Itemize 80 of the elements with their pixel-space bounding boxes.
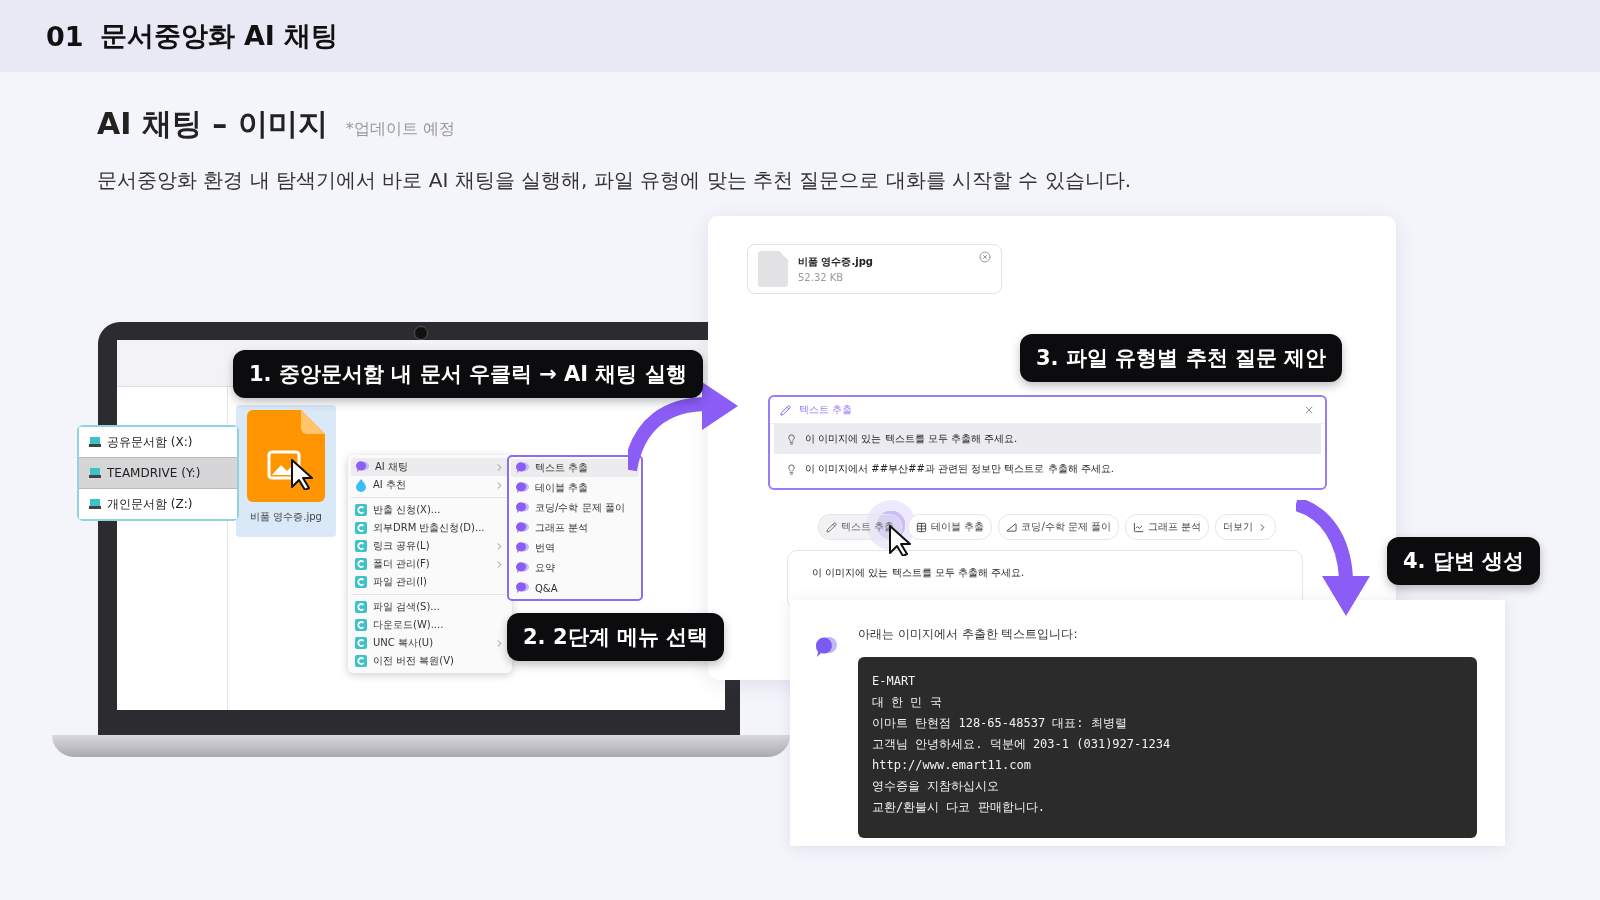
- chat-bubble-icon: [515, 502, 529, 514]
- app-logo-icon: [355, 637, 367, 649]
- chat-bubble-icon: [515, 462, 529, 474]
- app-logo-icon: [355, 558, 367, 570]
- answer-intro: 아래는 이미지에서 추출한 텍스트입니다:: [858, 626, 1079, 643]
- code-line: http://www.emart11.com: [872, 757, 1032, 774]
- code-line: 이마트 탄현점 128-65-48537 대표: 최병렬: [872, 715, 1128, 732]
- code-line: E-MART: [872, 673, 917, 690]
- question-chip[interactable]: 테이블 추출: [908, 514, 993, 540]
- chat-bubble-icon: [515, 522, 529, 534]
- chat-bubble-icon: [814, 636, 838, 658]
- triangle-ruler-icon: [1006, 521, 1018, 533]
- code-line: 영수증을 지참하십시오: [872, 778, 1001, 795]
- chat-bubble-icon: [515, 562, 529, 574]
- step-callout: 2. 2단계 메뉴 선택: [507, 613, 725, 661]
- attachment-name: 비품 영수증.jpg: [798, 255, 875, 269]
- menu-item[interactable]: AI 채팅: [351, 458, 509, 476]
- page-title: 문서중앙화 AI 채팅: [99, 19, 339, 53]
- image-file-icon: [247, 410, 325, 502]
- app-logo-icon: [355, 601, 367, 613]
- menu-item[interactable]: 폴더 관리(F): [351, 555, 509, 573]
- app-logo-icon: [355, 504, 367, 516]
- file-icon: [758, 251, 788, 287]
- app-logo-icon: [355, 522, 367, 534]
- menu-item[interactable]: 링크 공유(L): [351, 537, 509, 555]
- menu-item[interactable]: 파일 검색(S)...: [351, 598, 509, 616]
- step-callout: 3. 파일 유형별 추천 질문 제안: [1020, 334, 1343, 382]
- submenu-item[interactable]: Q&A: [511, 579, 639, 597]
- menu-item[interactable]: 다운로드(W)....: [351, 616, 509, 634]
- file-name: 비품 영수증.jpg: [250, 510, 322, 524]
- section-number: 01: [46, 20, 84, 52]
- chat-bubble-icon: [355, 461, 369, 473]
- menu-item[interactable]: 외부DRM 반출신청(D)...: [351, 519, 509, 537]
- app-logo-icon: [355, 540, 367, 552]
- pencil-icon: [826, 521, 837, 533]
- attachment-size: 52.32 KB: [798, 272, 845, 283]
- lightbulb-icon: [786, 433, 797, 445]
- section-title: AI 채팅 – 이미지: [97, 105, 328, 143]
- pencil-icon: [780, 404, 791, 416]
- update-note: *업데이트 예정: [345, 119, 455, 140]
- question-chip[interactable]: 코딩/수학 문제 풀이: [998, 514, 1120, 540]
- mouse-pointer-icon: [290, 458, 316, 490]
- chat-bubble-icon: [515, 542, 529, 554]
- droplet-icon: [355, 478, 367, 492]
- close-icon[interactable]: [979, 251, 991, 263]
- file-tile[interactable]: 비품 영수증.jpg: [236, 405, 336, 537]
- question-chip[interactable]: 그래프 분석: [1125, 514, 1210, 540]
- app-logo-icon: [355, 655, 367, 667]
- section-description: 문서중앙화 환경 내 탐색기에서 바로 AI 채팅을 실행해, 파일 유형에 맞는 추천 질문으로 대화를 시작할 수 있습니다.: [97, 167, 1132, 194]
- step-callout: 1. 중앙문서함 내 문서 우클릭 → AI 채팅 실행: [233, 350, 703, 398]
- menu-item[interactable]: 파일 관리(I): [351, 573, 509, 591]
- drive-item[interactable]: TEAMDRIVE (Y:): [79, 457, 237, 489]
- code-line: 교환/환불시 다코 판매합니다.: [872, 799, 1046, 816]
- question-chip[interactable]: 더보기: [1215, 514, 1277, 540]
- suggestion-title: 텍스트 추출: [799, 403, 854, 417]
- submenu-item[interactable]: 텍스트 추출: [511, 459, 639, 477]
- chat-bubble-icon: [515, 582, 529, 594]
- drive-icon: [89, 499, 101, 509]
- submenu-item[interactable]: 테이블 추출: [511, 479, 639, 497]
- close-icon[interactable]: [1303, 404, 1315, 416]
- submenu-item[interactable]: 그래프 분석: [511, 519, 639, 537]
- app-logo-icon: [355, 576, 367, 588]
- app-logo-icon: [355, 619, 367, 631]
- table-icon: [916, 521, 928, 533]
- submenu-item[interactable]: 요약: [511, 559, 639, 577]
- menu-item[interactable]: UNC 복사(U): [351, 634, 509, 652]
- drive-icon: [89, 437, 101, 447]
- code-line: 대 한 민 국: [872, 694, 943, 711]
- step-callout: 4. 답변 생성: [1387, 537, 1541, 585]
- submenu-item[interactable]: 번역: [511, 539, 639, 557]
- suggested-question[interactable]: 이 이미지에 있는 텍스트를 모두 추출해 주세요.: [774, 424, 1321, 454]
- submenu-item[interactable]: 코딩/수학 문제 풀이: [511, 499, 639, 517]
- chart-icon: [1133, 521, 1145, 533]
- code-line: 고객님 안녕하세요. 덕분에 203-1 (031)927-1234: [872, 736, 1172, 753]
- menu-item[interactable]: AI 추천: [351, 476, 509, 494]
- lightbulb-icon: [786, 463, 797, 475]
- menu-item[interactable]: 반출 신청(X)...: [351, 501, 509, 519]
- menu-item[interactable]: 이전 버전 복원(V): [351, 652, 509, 670]
- chat-bubble-icon: [515, 482, 529, 494]
- drive-icon: [89, 468, 101, 478]
